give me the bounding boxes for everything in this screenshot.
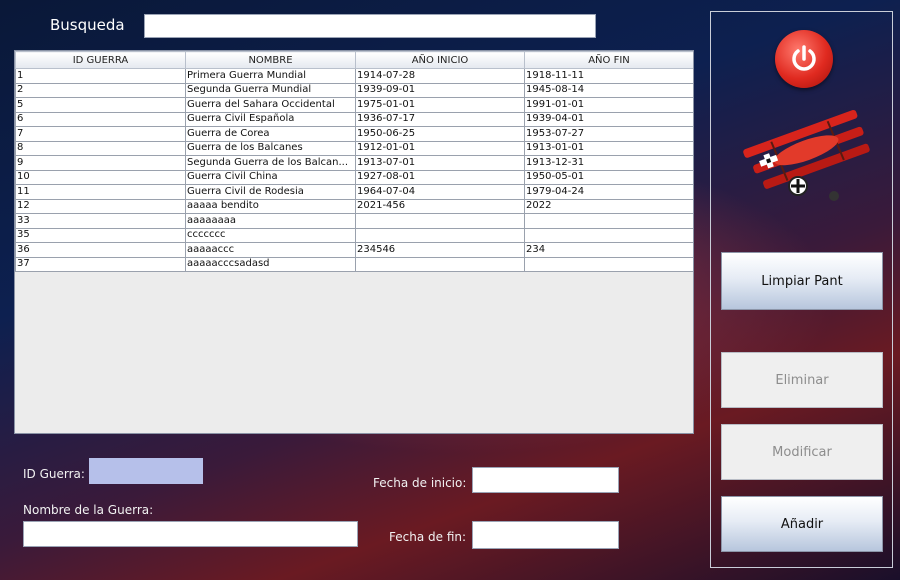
start-date-field[interactable] [472, 467, 619, 493]
cell-id[interactable]: 35 [15, 227, 186, 243]
cell-name[interactable]: Guerra Civil de Rodesia [185, 184, 356, 200]
column-header-end[interactable]: AÑO FIN [524, 51, 693, 69]
cell-name[interactable]: ccccccc [185, 227, 356, 243]
cell-name[interactable]: Primera Guerra Mundial [185, 68, 356, 84]
cell-name[interactable]: Guerra del Sahara Occidental [185, 97, 356, 113]
cell-id[interactable]: 6 [15, 111, 186, 127]
cell-id[interactable]: 36 [15, 242, 186, 258]
column-header-id[interactable]: ID GUERRA [15, 51, 186, 69]
end-date-label: Fecha de fin: [389, 530, 467, 544]
cell-name[interactable]: aaaaaaaa [185, 213, 356, 229]
search-input[interactable] [144, 14, 596, 38]
table-row[interactable]: 1 Primera Guerra Mundial 1914-07-28 1918-11… [15, 68, 693, 84]
cell-name[interactable]: aaaaa bendito [185, 198, 356, 214]
cell-id[interactable]: 33 [15, 213, 186, 229]
cell-start[interactable]: 1950-06-25 [355, 126, 525, 142]
cell-start[interactable]: 1964-07-04 [355, 184, 525, 200]
cell-start[interactable]: 1927-08-01 [355, 169, 525, 185]
table-row[interactable]: 6 Guerra Civil Española 1936-07-17 1939-04-… [15, 111, 693, 127]
table-row[interactable]: 5 Guerra del Sahara Occidental 1975-01-01 1… [15, 97, 693, 113]
cell-id[interactable]: 5 [15, 97, 186, 113]
cell-id[interactable]: 37 [15, 256, 186, 272]
cell-start[interactable]: 1914-07-28 [355, 68, 525, 84]
cell-name[interactable]: aaaaacccsadasd [185, 256, 356, 272]
table-row[interactable]: 9 Segunda Guerra de los Balcan... 1913-07-… [15, 155, 693, 171]
cell-id[interactable]: 9 [15, 155, 186, 171]
column-header-name[interactable]: NOMBRE [185, 51, 356, 69]
cell-id[interactable]: 10 [15, 169, 186, 185]
cell-name[interactable]: Guerra Civil Española [185, 111, 356, 127]
cell-start[interactable]: 1939-09-01 [355, 82, 525, 98]
wars-table-panel[interactable]: ID GUERRA NOMBRE AÑO INICIO AÑO FIN 1 Pri… [14, 50, 694, 434]
cell-start[interactable] [355, 227, 525, 243]
modify-button[interactable]: Modificar [721, 424, 883, 480]
cell-end[interactable]: 1991-01-01 [524, 97, 693, 113]
clear-screen-button[interactable]: Limpiar Pant [721, 252, 883, 310]
table-row[interactable]: 11 Guerra Civil de Rodesia 1964-07-04 1979-… [15, 184, 693, 200]
cell-end[interactable]: 1945-08-14 [524, 82, 693, 98]
cell-start[interactable]: 234546 [355, 242, 525, 258]
table-row[interactable]: 10 Guerra Civil China 1927-08-01 1950-05-01 [15, 169, 693, 185]
cell-end[interactable]: 234 [524, 242, 693, 258]
cell-start[interactable]: 2021-456 [355, 198, 525, 214]
name-field[interactable] [23, 521, 358, 547]
table-row[interactable]: 7 Guerra de Corea 1950-06-25 1953-07-27 [15, 126, 693, 142]
cell-name[interactable]: Segunda Guerra de los Balcan... [185, 155, 356, 171]
table-row[interactable]: 2 Segunda Guerra Mundial 1939-09-01 1945-08… [15, 82, 693, 98]
power-button[interactable] [775, 30, 833, 88]
table-row[interactable]: 33 aaaaaaaa [15, 213, 693, 229]
cell-end[interactable]: 1953-07-27 [524, 126, 693, 142]
table-row[interactable]: 8 Guerra de los Balcanes 1912-01-01 1913-01… [15, 140, 693, 156]
cell-id[interactable]: 7 [15, 126, 186, 142]
cell-end[interactable]: 1918-11-11 [524, 68, 693, 84]
column-header-start[interactable]: AÑO INICIO [355, 51, 525, 69]
cell-end[interactable] [524, 227, 693, 243]
end-date-field[interactable] [472, 521, 619, 549]
cell-name[interactable]: Guerra de Corea [185, 126, 356, 142]
cell-end[interactable]: 2022 [524, 198, 693, 214]
cell-start[interactable]: 1975-01-01 [355, 97, 525, 113]
cell-end[interactable]: 1950-05-01 [524, 169, 693, 185]
cell-start[interactable] [355, 256, 525, 272]
triplane-illustration [743, 109, 870, 201]
cell-start[interactable]: 1912-01-01 [355, 140, 525, 156]
table-row[interactable]: 36 aaaaaccc 234546 234 [15, 242, 693, 258]
cell-id[interactable]: 11 [15, 184, 186, 200]
cell-end[interactable] [524, 213, 693, 229]
table-row[interactable]: 12 aaaaa bendito 2021-456 2022 [15, 198, 693, 214]
cell-id[interactable]: 8 [15, 140, 186, 156]
cell-end[interactable]: 1913-01-01 [524, 140, 693, 156]
cell-name[interactable]: aaaaaccc [185, 242, 356, 258]
table-row[interactable]: 35 ccccccc [15, 227, 693, 243]
name-label: Nombre de la Guerra: [23, 503, 154, 517]
start-date-label: Fecha de inicio: [373, 476, 467, 490]
add-button[interactable]: Añadir [721, 496, 883, 552]
cell-end[interactable]: 1979-04-24 [524, 184, 693, 200]
table-row[interactable]: 37 aaaaacccsadasd [15, 256, 693, 272]
cell-name[interactable]: Segunda Guerra Mundial [185, 82, 356, 98]
cell-id[interactable]: 1 [15, 68, 186, 84]
cell-end[interactable]: 1913-12-31 [524, 155, 693, 171]
cell-end[interactable]: 1939-04-01 [524, 111, 693, 127]
cell-name[interactable]: Guerra Civil China [185, 169, 356, 185]
id-field[interactable] [89, 458, 203, 484]
id-label: ID Guerra: [23, 467, 85, 481]
cell-id[interactable]: 12 [15, 198, 186, 214]
cell-end[interactable] [524, 256, 693, 272]
cell-name[interactable]: Guerra de los Balcanes [185, 140, 356, 156]
cell-start[interactable]: 1936-07-17 [355, 111, 525, 127]
cell-id[interactable]: 2 [15, 82, 186, 98]
search-label: Busqueda [50, 16, 125, 34]
power-icon [792, 45, 816, 71]
cell-start[interactable]: 1913-07-01 [355, 155, 525, 171]
table-header-row: ID GUERRA NOMBRE AÑO INICIO AÑO FIN [15, 51, 693, 69]
cell-start[interactable] [355, 213, 525, 229]
wars-table[interactable]: ID GUERRA NOMBRE AÑO INICIO AÑO FIN 1 Pri… [15, 51, 693, 272]
delete-button[interactable]: Eliminar [721, 352, 883, 408]
